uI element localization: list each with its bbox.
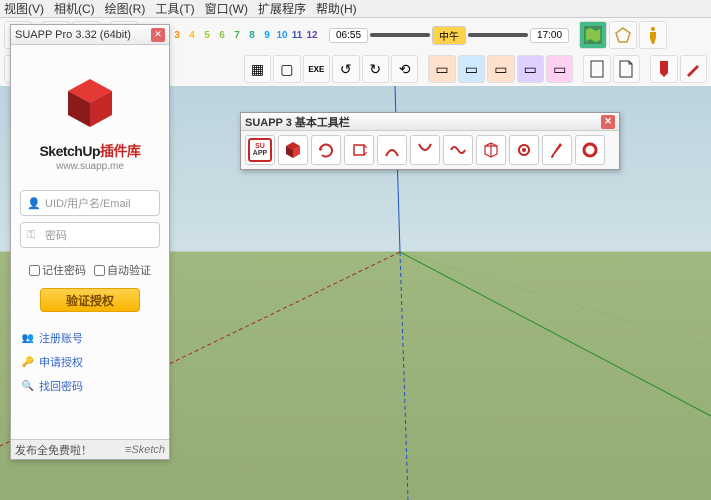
suapp-toolbar-body: SUAPP <box>241 131 619 169</box>
sun-time-left: 06:55 <box>329 28 368 43</box>
register-link[interactable]: 👥 注册账号 <box>21 330 83 346</box>
grid-icon[interactable]: ▦ <box>244 55 271 83</box>
username-placeholder: UID/用户名/Email <box>45 195 131 211</box>
menu-item-tools[interactable]: 工具(T) <box>155 0 194 17</box>
suapp-ring-icon[interactable] <box>575 135 605 165</box>
num-12[interactable]: 12 <box>305 30 319 41</box>
marker-icon[interactable] <box>650 55 677 83</box>
num-9[interactable]: 9 <box>260 30 274 41</box>
num-5[interactable]: 5 <box>200 30 214 41</box>
people-icon: 👥 <box>21 331 35 345</box>
num-8[interactable]: 8 <box>245 30 259 41</box>
num-7[interactable]: 7 <box>230 30 244 41</box>
num-10[interactable]: 10 <box>275 30 289 41</box>
auth-button[interactable]: 验证授权 <box>40 288 140 312</box>
sun-time-mid: 中午 <box>432 26 466 45</box>
exe-icon[interactable]: EXE <box>303 55 330 83</box>
panel-links: 👥 注册账号 🔑 申请授权 🔍 找回密码 <box>19 330 83 394</box>
status-tag: ≡Sketch <box>125 444 165 456</box>
menu-bar: 视图(V) 相机(C) 绘图(R) 工具(T) 窗口(W) 扩展程序 帮助(H) <box>0 0 711 18</box>
person-icon[interactable] <box>639 21 667 49</box>
login-panel-body: SketchUp插件库 www.suapp.me 👤 UID/用户名/Email… <box>11 45 169 404</box>
suapp-gear-icon[interactable] <box>509 135 539 165</box>
suapp-arc1-icon[interactable] <box>377 135 407 165</box>
apply-auth-link[interactable]: 🔑 申请授权 <box>21 354 83 370</box>
suapp-flip-icon[interactable] <box>344 135 374 165</box>
menu-item-view[interactable]: 视图(V) <box>4 0 44 17</box>
password-placeholder: 密码 <box>45 227 67 243</box>
scene-2-icon[interactable]: ▭ <box>458 55 485 83</box>
scene-1-icon[interactable]: ▭ <box>428 55 455 83</box>
login-panel-close-button[interactable]: ✕ <box>151 28 165 42</box>
panel-statusbar: 发布全免费啦！ ≡Sketch <box>11 439 169 459</box>
polygon-icon[interactable] <box>609 21 637 49</box>
menu-item-help[interactable]: 帮助(H) <box>316 0 357 17</box>
arrow-loop-icon[interactable]: ⟲ <box>391 55 418 83</box>
suapp-toolbar-title-text: SUAPP 3 基本工具栏 <box>245 114 350 130</box>
scene-4-icon[interactable]: ▭ <box>517 55 544 83</box>
num-4[interactable]: 4 <box>185 30 199 41</box>
scene-5-icon[interactable]: ▭ <box>546 55 573 83</box>
pen-icon[interactable] <box>680 55 707 83</box>
rotate-left-icon[interactable]: ↺ <box>332 55 359 83</box>
login-panel-title: SUAPP Pro 3.32 (64bit) <box>15 29 131 41</box>
username-field[interactable]: 👤 UID/用户名/Email <box>20 190 160 216</box>
num-11[interactable]: 11 <box>290 30 304 41</box>
menu-item-camera[interactable]: 相机(C) <box>54 0 95 17</box>
logo-text: SketchUp插件库 <box>39 141 140 161</box>
time-slider[interactable] <box>370 32 430 38</box>
suapp-cube-iso-icon[interactable] <box>476 135 506 165</box>
sketchup-logo-icon <box>60 73 120 133</box>
menu-item-draw[interactable]: 绘图(R) <box>105 0 146 17</box>
user-icon: 👤 <box>27 197 41 210</box>
suapp-arc2-icon[interactable] <box>410 135 440 165</box>
sun-time-right: 17:00 <box>530 28 569 43</box>
menu-item-extensions[interactable]: 扩展程序 <box>258 0 306 17</box>
suapp-toolbar: SUAPP 3 基本工具栏 ✕ SUAPP <box>240 112 620 170</box>
time-slider-2[interactable] <box>468 32 528 38</box>
suapp-wave-icon[interactable] <box>443 135 473 165</box>
autoauth-checkbox[interactable]: 自动验证 <box>94 262 151 278</box>
suapp-toolbar-title[interactable]: SUAPP 3 基本工具栏 ✕ <box>241 113 619 131</box>
find-password-link[interactable]: 🔍 找回密码 <box>21 378 83 394</box>
checkbox-row: 记住密码 自动验证 <box>29 262 151 278</box>
remember-checkbox[interactable]: 记住密码 <box>29 262 86 278</box>
num-3[interactable]: 3 <box>170 30 184 41</box>
scene-3-icon[interactable]: ▭ <box>487 55 514 83</box>
map-icon[interactable] <box>579 21 607 49</box>
suapp-cube-red-icon[interactable] <box>278 135 308 165</box>
logo-url: www.suapp.me <box>56 161 124 172</box>
page-outline-icon[interactable] <box>583 55 610 83</box>
window-icon[interactable]: ▢ <box>273 55 300 83</box>
suapp-reset-icon[interactable] <box>311 135 341 165</box>
login-panel: SUAPP Pro 3.32 (64bit) ✕ SketchUp插件库 www… <box>10 24 170 460</box>
num-6[interactable]: 6 <box>215 30 229 41</box>
suapp-app-icon[interactable]: SUAPP <box>245 135 275 165</box>
rotate-right-icon[interactable]: ↻ <box>362 55 389 83</box>
menu-item-window[interactable]: 窗口(W) <box>205 0 248 17</box>
key-small-icon: 🔑 <box>21 355 35 369</box>
key-icon: ⚿ <box>27 229 41 242</box>
page-folded-icon[interactable] <box>613 55 640 83</box>
search-icon: 🔍 <box>21 379 35 393</box>
suapp-brush-icon[interactable] <box>542 135 572 165</box>
suapp-toolbar-close-button[interactable]: ✕ <box>601 115 615 129</box>
status-text: 发布全免费啦！ <box>15 442 92 458</box>
password-field[interactable]: ⚿ 密码 <box>20 222 160 248</box>
login-panel-titlebar[interactable]: SUAPP Pro 3.32 (64bit) ✕ <box>11 25 169 45</box>
